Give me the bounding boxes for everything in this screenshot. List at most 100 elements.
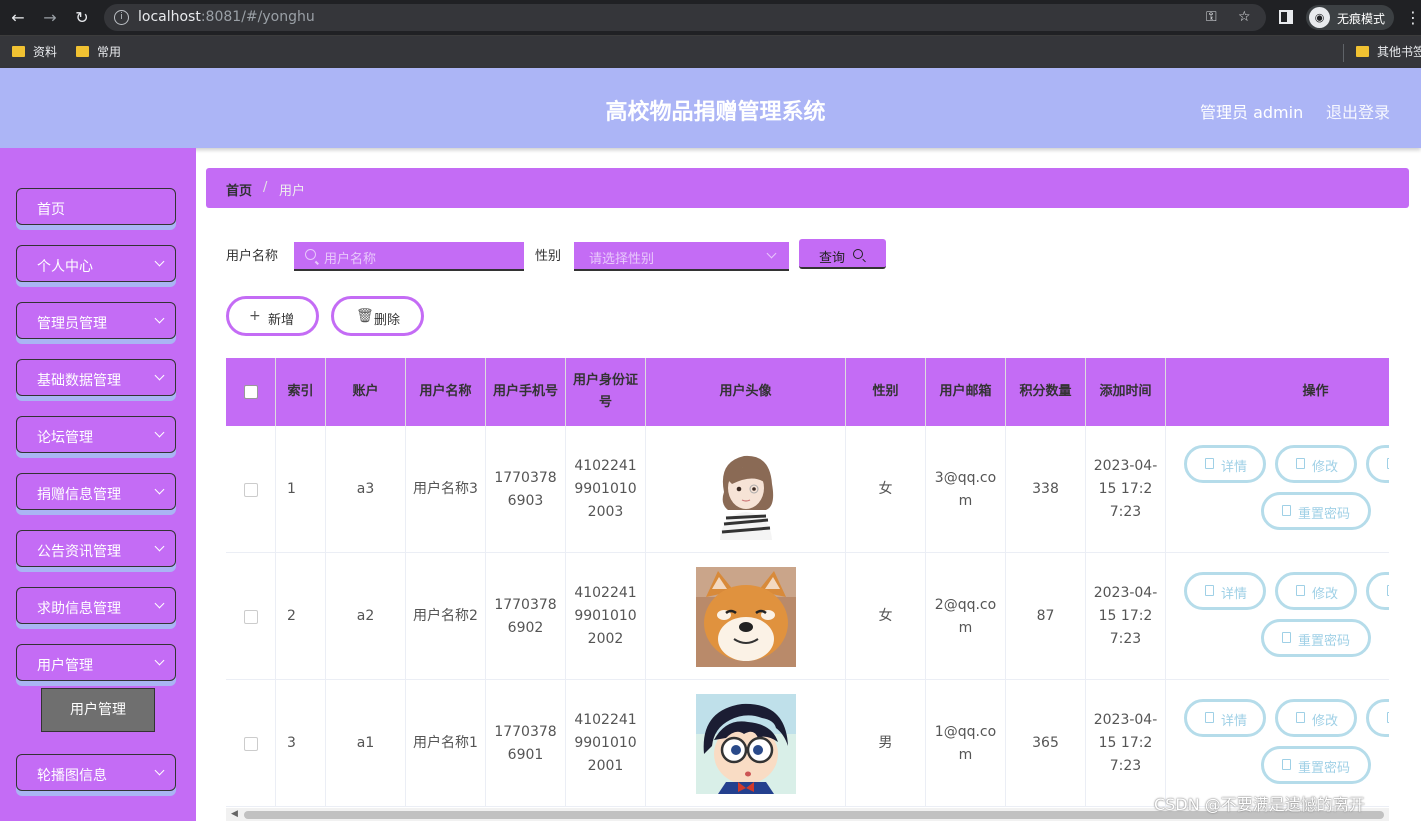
reload-icon[interactable]: ↻ [72,8,92,28]
add-button[interactable]: + 新增 [226,296,319,336]
logout-link[interactable]: 退出登录 [1326,99,1390,123]
sidebar-item-donation-management[interactable]: 捐赠信息管理 [16,473,176,510]
row-checkbox[interactable] [243,482,258,497]
breadcrumb-home[interactable]: 首页 [226,180,252,199]
detail-button[interactable]: 详情 [1184,572,1266,610]
submenu-item-user-management[interactable]: 用户管理 [41,688,155,732]
select-all-checkbox[interactable] [243,385,258,399]
cell-account: a3 [326,426,406,553]
row-checkbox[interactable] [243,609,258,624]
cell-text: 2 [287,608,296,624]
address-bar[interactable]: i localhost:8081/#/yonghu ⚿ ☆ [104,4,1266,31]
edit-button[interactable]: 修改 [1275,572,1357,610]
row-delete-button[interactable] [1366,699,1389,737]
cell-id-card: 410224199010102003 [566,426,646,553]
header-label: 用户手机号 [492,384,558,399]
menu-icon[interactable]: ⋮ [1405,8,1421,27]
cell-avatar [646,426,846,553]
incognito-badge[interactable]: ◉ 无痕模式 [1306,5,1394,30]
sidebar-item-label: 论坛管理 [37,430,93,446]
table-header: 索引 账户 用户名称 用户手机号 用户身份证号 用户头像 性别 用户邮箱 积分数量 添加时间 操作 [226,358,1389,426]
detail-button[interactable]: 详情 [1184,445,1266,483]
edit-button[interactable]: 修改 [1275,445,1357,483]
sidebar-item-admin-management[interactable]: 管理员管理 [16,302,176,339]
chevron-down-icon [766,248,777,259]
browser-toolbar: ← → ↻ i localhost:8081/#/yonghu ⚿ ☆ ◉ 无痕… [0,0,1421,35]
user-avatar-image [695,566,796,667]
cell-text: 17703786903 [494,469,557,509]
chevron-down-icon [154,765,165,776]
search-icon [853,249,863,259]
user-avatar-image [695,439,796,540]
sidebar-item-notice-management[interactable]: 公告资讯管理 [16,530,176,567]
delete-button[interactable]: 🗑 删除 [331,296,424,336]
bookmark-folder-1[interactable]: 资料 [12,43,57,60]
document-icon [1282,505,1291,516]
pencil-icon [1296,458,1305,469]
header-index: 索引 [276,358,326,426]
header-gender: 性别 [846,358,926,426]
cell-select [226,426,276,553]
sidebar-item-carousel-info[interactable]: 轮播图信息 [16,754,176,791]
username-search-input[interactable]: 用户名称 [294,242,524,271]
cell-account: a2 [326,553,406,680]
row-checkbox[interactable] [243,736,258,751]
chevron-down-icon [154,598,165,609]
cell-text: a2 [356,608,375,624]
user-table: 索引 账户 用户名称 用户手机号 用户身份证号 用户头像 性别 用户邮箱 积分数量 添加时间 操作 … [226,358,1389,808]
cell-id-card: 410224199010102001 [566,680,646,807]
detail-button[interactable]: 详情 [1184,699,1266,737]
reset-password-button[interactable]: 重置密码 [1261,746,1371,784]
row-delete-button[interactable] [1366,572,1389,610]
cell-name: 用户名称3 [406,426,486,553]
cell-text: 17703786902 [494,596,557,636]
sidebar-item-personal-center[interactable]: 个人中心 [16,245,176,282]
gender-select[interactable]: 请选择性别 [574,242,789,271]
sidebar-item-home[interactable]: 首页 [16,188,176,225]
sidebar-item-help-management[interactable]: 求助信息管理 [16,587,176,624]
cell-avatar [646,553,846,680]
app-header: 高校物品捐赠管理系统 管理员 admin 退出登录 [0,68,1421,148]
sidebar-item-basic-data-management[interactable]: 基础数据管理 [16,359,176,396]
forward-icon[interactable]: → [40,8,60,28]
reset-password-button[interactable]: 重置密码 [1261,492,1371,530]
cell-text: 女 [878,608,893,624]
other-bookmarks[interactable]: 其他书签 [1356,43,1421,60]
header-label: 添加时间 [1099,384,1152,399]
site-info-icon[interactable]: i [114,10,129,25]
chevron-down-icon [154,484,165,495]
cell-gender: 女 [846,426,926,553]
header-label: 索引 [287,384,314,399]
cell-text: 1 [287,481,296,497]
header-email: 用户邮箱 [926,358,1006,426]
star-icon[interactable]: ☆ [1238,9,1251,25]
sidebar-item-forum-management[interactable]: 论坛管理 [16,416,176,453]
row-delete-button[interactable] [1366,445,1389,483]
cell-phone: 17703786903 [486,426,566,553]
cell-operations: 详情 修改重置密码 [1166,680,1389,807]
reset-password-button[interactable]: 重置密码 [1261,619,1371,657]
cell-id-card: 410224199010102002 [566,553,646,680]
query-button[interactable]: 查询 [799,239,886,269]
cell-text: 410224199010102001 [574,712,637,774]
breadcrumb-current: 用户 [279,184,306,199]
key-icon[interactable]: ⚿ [1206,9,1217,25]
bookmark-folder-2[interactable]: 常用 [76,43,121,60]
edit-button[interactable]: 修改 [1275,699,1357,737]
url-text: localhost:8081/#/yonghu [138,9,315,25]
document-icon [1205,458,1214,469]
back-icon[interactable]: ← [8,8,28,28]
incognito-icon: ◉ [1309,7,1330,28]
cell-text: 2023-04-15 17:27:23 [1093,585,1158,647]
cell-email: 3@qq.com [926,426,1006,553]
table-row: 1 a3 用户名称3 17703786903 410224199010102003 女 3@… [226,426,1389,553]
cell-account: a1 [326,680,406,807]
sidepanel-icon[interactable] [1279,10,1293,24]
breadcrumb-separator: / [263,180,268,195]
username-filter-label: 用户名称 [226,249,279,264]
header-points: 积分数量 [1006,358,1086,426]
folder-icon [12,46,25,57]
scroll-left-icon[interactable]: ◀ [231,809,238,819]
sidebar-item-user-management[interactable]: 用户管理 [16,644,176,681]
cell-time: 2023-04-15 17:27:23 [1086,680,1166,807]
